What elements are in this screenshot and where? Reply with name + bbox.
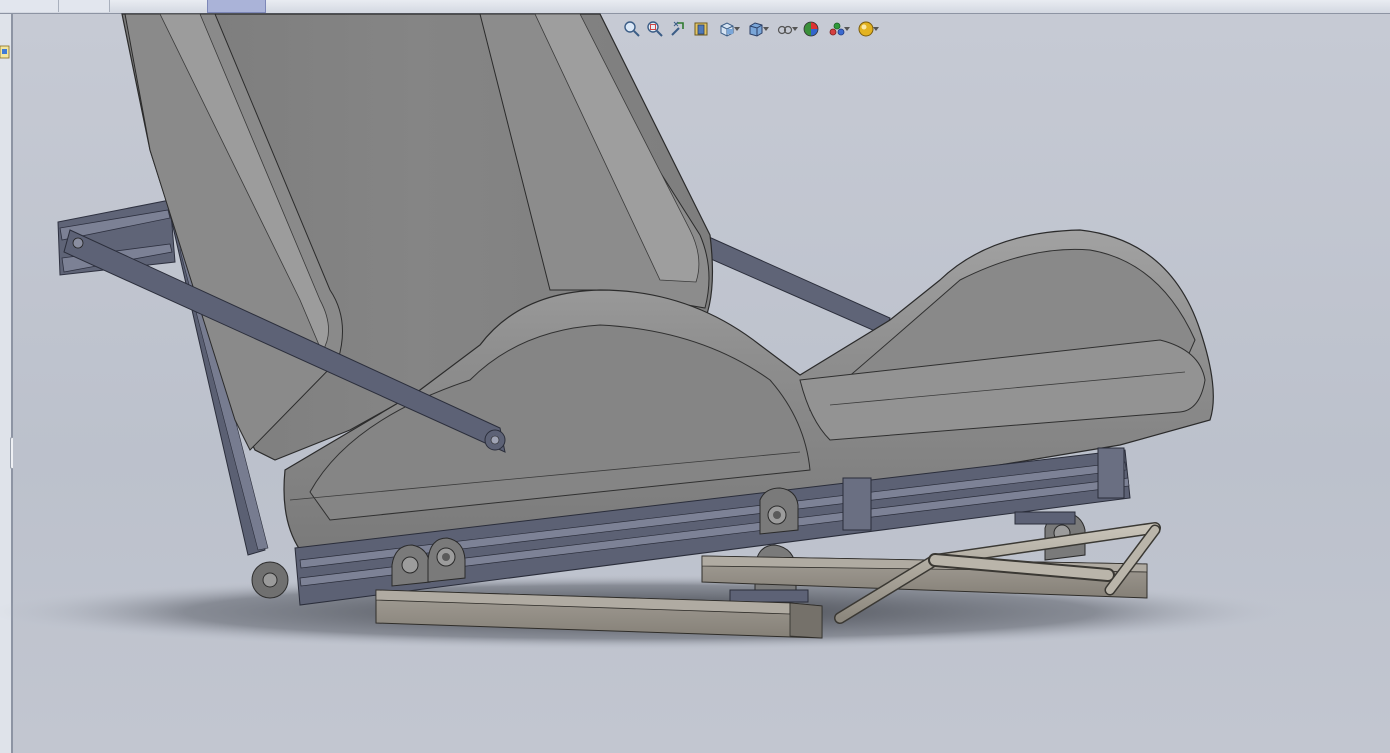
cad-application-window [0,0,1390,753]
view-settings-button[interactable] [853,19,879,39]
mount-bracket-front-upper[interactable] [759,487,799,535]
chevron-down-icon [792,27,798,31]
chevron-down-icon [734,27,740,31]
appearance-icon [803,21,819,37]
chevron-down-icon [844,27,850,31]
section-view-button[interactable] [691,19,711,39]
hide-show-items-button[interactable] [772,19,798,39]
rear-brace-right[interactable] [694,232,891,336]
zoom-fit-icon [624,21,640,37]
display-style-button[interactable] [743,19,769,39]
apply-scene-button[interactable] [824,19,850,39]
previous-view-icon [671,21,684,36]
chevron-down-icon [873,27,879,31]
zoom-to-fit-button[interactable] [622,19,642,39]
heads-up-view-toolbar [622,19,882,39]
previous-view-button[interactable] [668,19,688,39]
view-orientation-button[interactable] [714,19,740,39]
zoom-area-icon [647,21,663,37]
zoom-to-area-button[interactable] [645,19,665,39]
edit-appearance-button[interactable] [801,19,821,39]
section-view-icon [694,22,708,36]
chevron-down-icon [763,27,769,31]
seat-assembly-model[interactable] [0,0,1390,753]
